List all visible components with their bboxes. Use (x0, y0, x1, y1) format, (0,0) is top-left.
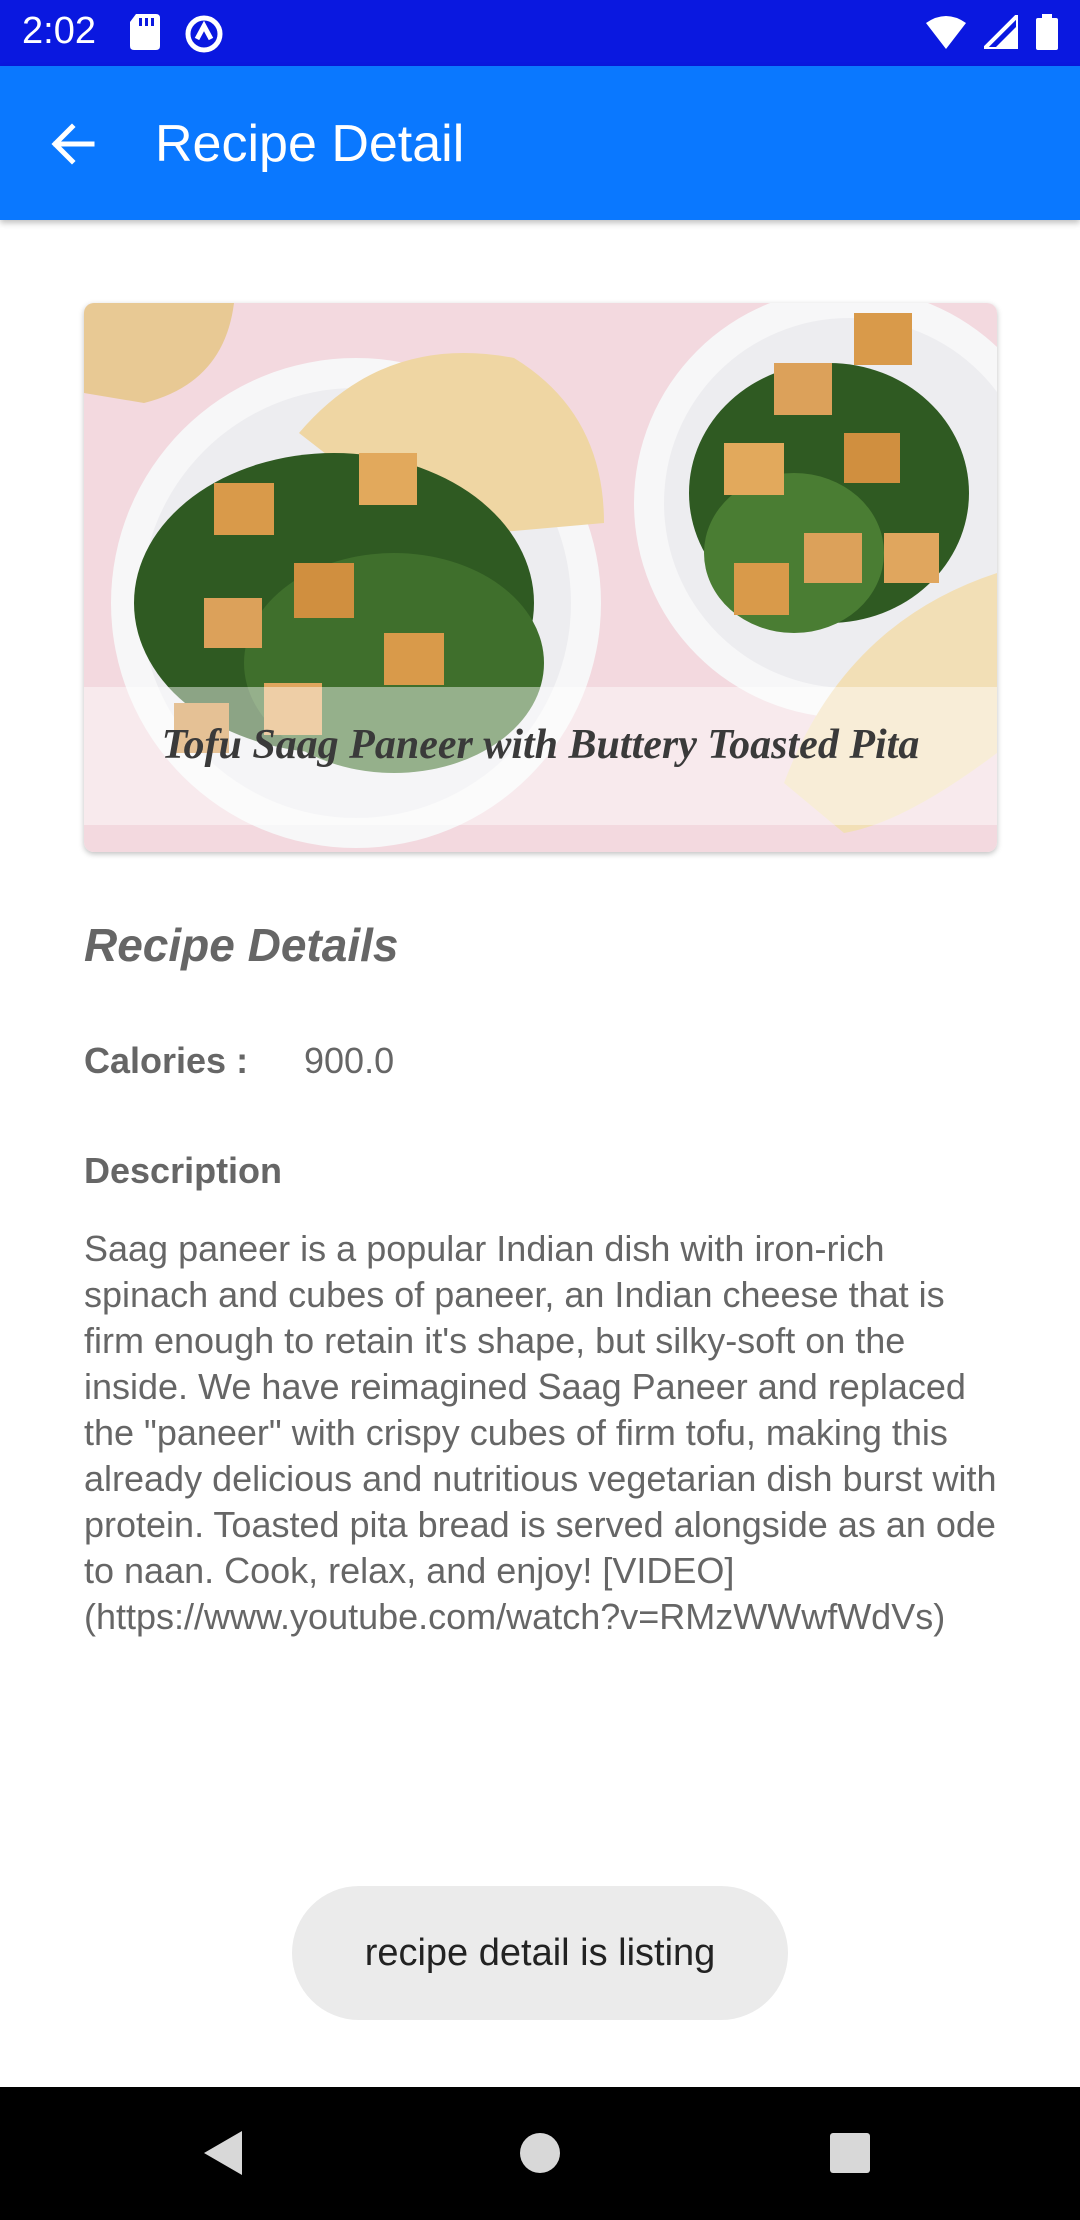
page-title: Recipe Detail (155, 115, 465, 173)
nav-home-icon (520, 2133, 560, 2173)
nav-recents-icon (830, 2133, 870, 2173)
nav-back-button[interactable] (202, 2131, 246, 2180)
status-time: 2:02 (22, 10, 96, 52)
arrow-back-icon (51, 123, 95, 165)
vpn-icon (184, 14, 224, 59)
wifi-icon (926, 15, 966, 54)
nav-home-button[interactable] (518, 2131, 562, 2180)
calories-value: 900.0 (304, 1040, 395, 1081)
nav-recents-button[interactable] (828, 2131, 872, 2180)
battery-icon (1036, 14, 1058, 55)
system-nav-bar (0, 2087, 1080, 2220)
section-title: Recipe Details (84, 919, 399, 971)
calories-label: Calories : (84, 1040, 249, 1081)
back-button[interactable] (44, 114, 104, 174)
toast-message: recipe detail is listing (292, 1886, 788, 2020)
status-bar: 2:02 (0, 0, 1080, 66)
description-label: Description (84, 1150, 283, 1191)
toast-text: recipe detail is listing (364, 1931, 716, 1974)
app-bar: Recipe Detail (0, 66, 1080, 220)
description-text: Saag paneer is a popular Indian dish wit… (84, 1228, 997, 1637)
recipe-image-card: Tofu Saag Paneer with Buttery Toasted Pi… (84, 303, 997, 852)
signal-icon (979, 10, 1020, 54)
sd-card-icon (130, 14, 160, 59)
recipe-title: Tofu Saag Paneer with Buttery Toasted Pi… (161, 722, 920, 768)
nav-back-icon (204, 2131, 242, 2175)
